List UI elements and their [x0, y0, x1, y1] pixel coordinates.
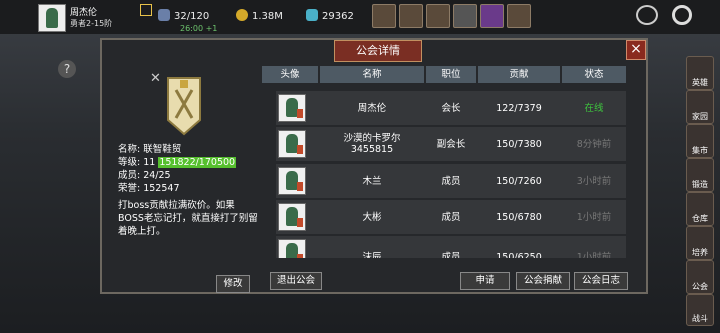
gift-button[interactable] — [507, 4, 531, 28]
member-name: 沙漠的卡罗尔 3455815 — [343, 133, 401, 155]
guild-notice: 打boss贡献拉满砍价。如果BOSS老忘记打，就直接打了别留着晚上打。 — [118, 200, 258, 237]
member-name: 周杰伦 — [357, 102, 387, 114]
gem-stat: 29362 — [306, 9, 354, 22]
gem-icon — [306, 9, 318, 21]
gold-value: 1.38M — [252, 11, 283, 22]
sidebar-market[interactable]: 集市 — [686, 124, 714, 158]
member-status: 在线 — [584, 102, 604, 114]
member-row[interactable]: 木兰 成员 150/7260 3小时前 — [276, 164, 626, 198]
sidebar-label: 英雄 — [692, 78, 708, 87]
member-avatar — [278, 203, 306, 231]
sidebar-guild[interactable]: 公会 — [686, 260, 714, 294]
guild-donate-button[interactable]: 公会捐献 — [516, 272, 570, 290]
column-header-avatar: 头像 — [262, 66, 318, 83]
guild-banner-emblem — [167, 77, 201, 136]
member-contribution: 122/7379 — [496, 102, 542, 114]
member-avatar — [278, 239, 306, 258]
sidebar-warehouse[interactable]: 仓库 — [686, 192, 714, 226]
column-header-name: 名称 — [320, 66, 424, 83]
stamina-icon — [158, 9, 170, 21]
member-row[interactable]: 大彬 成员 150/6780 1小时前 — [276, 200, 626, 234]
apply-button[interactable]: 申请 — [460, 272, 510, 290]
gold-stat: 1.38M — [236, 9, 283, 22]
mail-button[interactable] — [399, 4, 423, 28]
member-role: 会长 — [441, 102, 461, 114]
sidebar-home[interactable]: 家园 — [686, 90, 714, 124]
shop-cart-button[interactable] — [372, 4, 396, 28]
member-name: 沫辰 — [362, 251, 382, 259]
member-avatar — [278, 167, 306, 195]
member-status: 3小时前 — [576, 175, 612, 187]
sidebar-train[interactable]: 培养 — [686, 226, 714, 260]
column-header-contribution: 贡献 — [478, 66, 560, 83]
sidebar-battle[interactable]: 战斗 — [686, 294, 714, 326]
guild-level: 等级: 11 151822/170500 — [118, 154, 237, 168]
member-name: 木兰 — [362, 175, 382, 187]
player-avatar[interactable] — [38, 4, 66, 32]
member-role: 成员 — [441, 211, 461, 223]
edit-icon[interactable] — [140, 4, 152, 16]
record-button[interactable] — [672, 5, 692, 25]
sidebar-label: 家园 — [692, 112, 708, 121]
player-name: 周杰伦 — [70, 8, 98, 18]
member-status: 1小时前 — [576, 211, 612, 223]
player-rank: 勇者2-15阶 — [70, 19, 113, 28]
member-role: 成员 — [441, 175, 461, 187]
guild-members: 成员: 24/25 — [118, 170, 171, 181]
gem-value: 29362 — [322, 11, 354, 22]
help-icon[interactable]: ? — [58, 60, 76, 78]
member-contribution: 150/7380 — [496, 138, 542, 150]
sidebar-label: 培养 — [692, 248, 708, 257]
member-avatar — [278, 94, 306, 122]
remove-icon[interactable]: ✕ — [150, 71, 161, 86]
column-header-role: 职位 — [426, 66, 476, 83]
member-row[interactable]: 沙漠的卡罗尔 3455815 副会长 150/7380 8分钟前 — [276, 127, 626, 161]
gamepad-button[interactable] — [426, 4, 450, 28]
menu-dots-button[interactable] — [636, 5, 658, 25]
member-role: 成员 — [441, 251, 461, 259]
guild-name: 名称: 联智鞋贸 — [118, 144, 182, 155]
member-row[interactable]: 沫辰 成员 150/6250 1小时前 — [276, 236, 626, 258]
stamina-value: 32/120 — [174, 11, 210, 22]
sidebar-label: 公会 — [692, 282, 708, 291]
member-status: 1小时前 — [576, 251, 612, 259]
rainbow-orb-button[interactable] — [480, 4, 504, 28]
member-row[interactable]: 周杰伦 会长 122/7379 在线 — [276, 91, 626, 125]
member-name: 大彬 — [362, 211, 382, 223]
sidebar-label: 战斗 — [692, 314, 708, 323]
member-contribution: 150/6780 — [496, 211, 542, 223]
member-contribution: 150/7260 — [496, 175, 542, 187]
sidebar-label: 集市 — [692, 146, 708, 155]
guild-honor: 荣誉: 152547 — [118, 183, 180, 194]
edit-notice-button[interactable]: 修改 — [216, 275, 250, 293]
guild-log-button[interactable]: 公会日志 — [574, 272, 628, 290]
avatar-figure — [46, 8, 58, 28]
settings-gear-button[interactable] — [453, 4, 477, 28]
sidebar-hero[interactable]: 英雄 — [686, 56, 714, 90]
member-role: 副会长 — [436, 138, 466, 150]
member-contribution: 150/6250 — [496, 251, 542, 259]
stamina-stat: 32/120 — [158, 9, 209, 22]
close-button[interactable]: × — [626, 40, 646, 60]
panel-title: 公会详情 — [334, 40, 422, 62]
sidebar-forge[interactable]: 锻造 — [686, 158, 714, 192]
column-header-status: 状态 — [562, 66, 626, 83]
sidebar-label: 仓库 — [692, 214, 708, 223]
stamina-timer: 26:00 +1 — [180, 24, 218, 33]
member-status: 8分钟前 — [576, 138, 612, 150]
member-avatar — [278, 130, 306, 158]
sidebar-label: 锻造 — [692, 180, 708, 189]
gold-coin-icon — [236, 9, 248, 21]
leave-guild-button[interactable]: 退出公会 — [270, 272, 322, 290]
